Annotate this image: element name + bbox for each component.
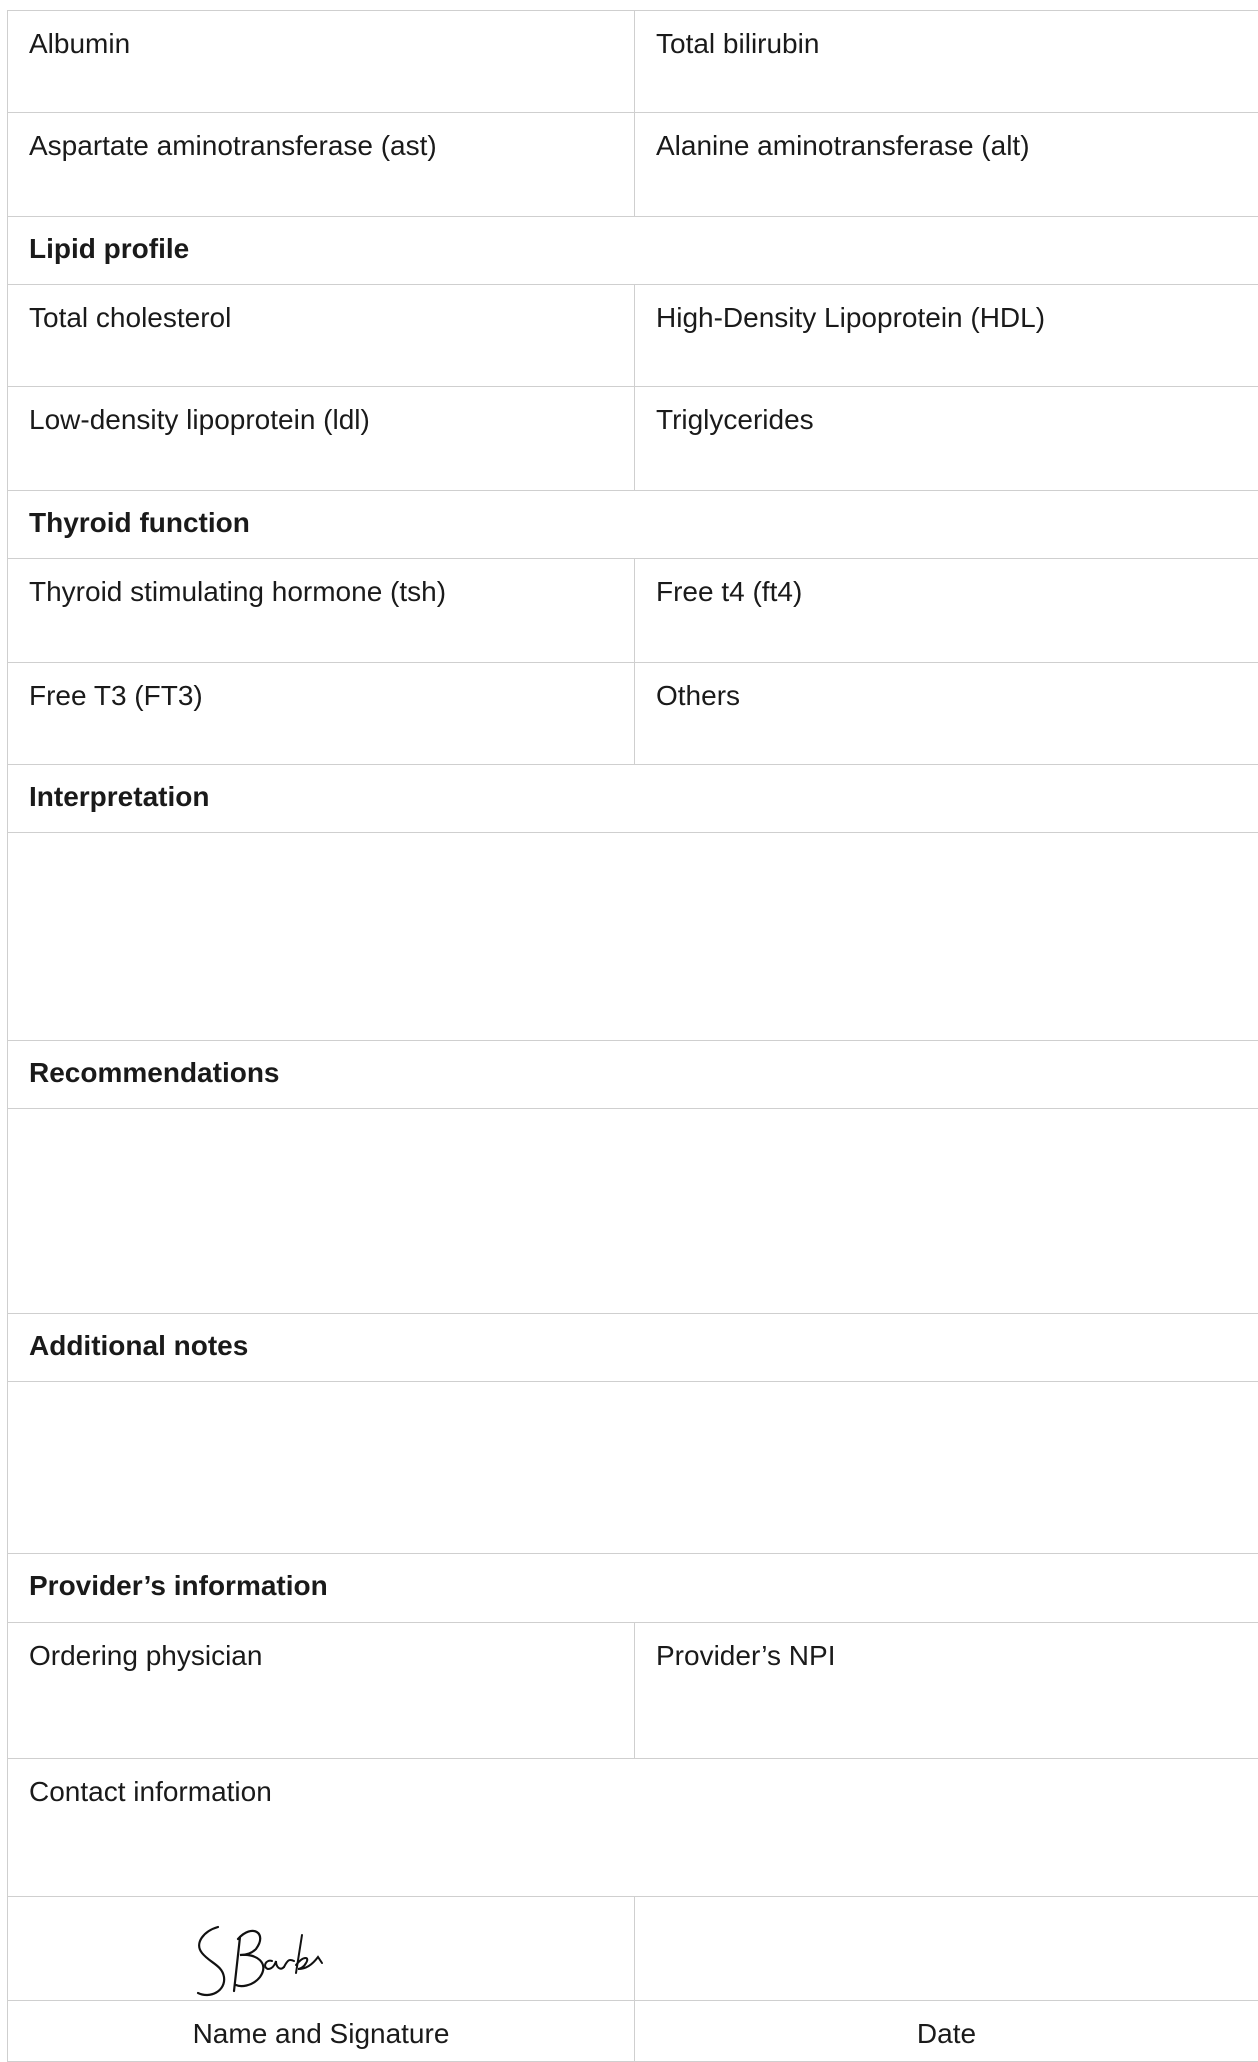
total-bilirubin-label: Total bilirubin xyxy=(656,28,820,59)
tsh-label: Thyroid stimulating hormone (tsh) xyxy=(29,576,447,607)
thyroid-section-header: Thyroid function xyxy=(7,490,1258,558)
notes-area[interactable] xyxy=(7,1381,1258,1553)
contact-information-field[interactable]: Contact information xyxy=(7,1759,1258,1896)
liver-row-2: Aspartate aminotransferase (ast) Alanine… xyxy=(7,112,1258,216)
provider-npi-field[interactable]: Provider’s NPI xyxy=(634,1623,1258,1758)
thyroid-row-2: Free T3 (FT3) Others xyxy=(7,662,1258,764)
total-cholesterol-label: Total cholesterol xyxy=(29,302,232,333)
interpretation-section-header: Interpretation xyxy=(7,764,1258,832)
lipid-heading: Lipid profile xyxy=(29,233,190,264)
triglycerides-label: Triglycerides xyxy=(656,404,814,435)
provider-heading-cell: Provider’s information xyxy=(7,1554,1258,1622)
ldl-field[interactable]: Low-density lipoprotein (ldl) xyxy=(7,387,634,490)
notes-text-box[interactable] xyxy=(7,1382,1258,1553)
thyroid-heading-cell: Thyroid function xyxy=(7,491,1258,558)
signature-labels-row: Name and Signature Date xyxy=(7,2000,1258,2062)
ast-field[interactable]: Aspartate aminotransferase (ast) xyxy=(7,113,634,216)
thyroid-heading: Thyroid function xyxy=(29,507,250,538)
ft4-label: Free t4 (ft4) xyxy=(656,576,803,607)
recommendations-area[interactable] xyxy=(7,1108,1258,1313)
ft3-label: Free T3 (FT3) xyxy=(29,680,203,711)
interpretation-heading: Interpretation xyxy=(29,781,210,812)
provider-heading: Provider’s information xyxy=(29,1570,328,1601)
total-cholesterol-field[interactable]: Total cholesterol xyxy=(7,285,634,386)
signature-row xyxy=(7,1896,1258,2000)
recommendations-heading-cell: Recommendations xyxy=(7,1041,1258,1108)
recommendations-section-header: Recommendations xyxy=(7,1040,1258,1108)
contact-row: Contact information xyxy=(7,1758,1258,1896)
lipid-row-1: Total cholesterol High-Density Lipoprote… xyxy=(7,284,1258,386)
alt-field[interactable]: Alanine aminotransferase (alt) xyxy=(634,113,1258,216)
triglycerides-field[interactable]: Triglycerides xyxy=(634,387,1258,490)
date-label-cell: Date xyxy=(634,2001,1258,2061)
others-label: Others xyxy=(656,680,741,711)
notes-heading-cell: Additional notes xyxy=(7,1314,1258,1381)
albumin-label: Albumin xyxy=(29,28,131,59)
others-field[interactable]: Others xyxy=(634,663,1258,764)
signature-image xyxy=(196,1925,323,1997)
ft4-field[interactable]: Free t4 (ft4) xyxy=(634,559,1258,662)
lipid-section-header: Lipid profile xyxy=(7,216,1258,284)
interpretation-heading-cell: Interpretation xyxy=(7,765,1258,832)
alt-label: Alanine aminotransferase (alt) xyxy=(656,130,1030,161)
notes-section-header: Additional notes xyxy=(7,1313,1258,1381)
date-box[interactable] xyxy=(634,1897,1258,2000)
tsh-field[interactable]: Thyroid stimulating hormone (tsh) xyxy=(7,559,634,662)
date-label: Date xyxy=(916,2018,977,2049)
notes-heading: Additional notes xyxy=(29,1330,249,1361)
ordering-physician-label: Ordering physician xyxy=(29,1640,263,1671)
ldl-label: Low-density lipoprotein (ldl) xyxy=(29,404,370,435)
albumin-field[interactable]: Albumin xyxy=(7,11,634,112)
interpretation-text-box[interactable] xyxy=(7,833,1258,1040)
liver-row-1: Albumin Total bilirubin xyxy=(7,10,1258,112)
recommendations-heading: Recommendations xyxy=(29,1057,280,1088)
hdl-field[interactable]: High-Density Lipoprotein (HDL) xyxy=(634,285,1258,386)
ast-label: Aspartate aminotransferase (ast) xyxy=(29,130,437,161)
contact-information-label: Contact information xyxy=(29,1776,272,1807)
name-signature-cell: Name and Signature xyxy=(7,2001,634,2061)
thyroid-row-1: Thyroid stimulating hormone (tsh) Free t… xyxy=(7,558,1258,662)
lipid-row-2: Low-density lipoprotein (ldl) Triglyceri… xyxy=(7,386,1258,490)
recommendations-text-box[interactable] xyxy=(7,1109,1258,1313)
hdl-label: High-Density Lipoprotein (HDL) xyxy=(656,302,1046,333)
ft3-field[interactable]: Free T3 (FT3) xyxy=(7,663,634,764)
provider-section-header: Provider’s information xyxy=(7,1553,1258,1622)
interpretation-area[interactable] xyxy=(7,832,1258,1040)
lipid-heading-cell: Lipid profile xyxy=(7,217,1258,284)
total-bilirubin-field[interactable]: Total bilirubin xyxy=(634,11,1258,112)
ordering-physician-field[interactable]: Ordering physician xyxy=(7,1623,634,1758)
signature-box[interactable] xyxy=(7,1897,634,2000)
name-signature-label: Name and Signature xyxy=(192,2018,450,2049)
provider-npi-label: Provider’s NPI xyxy=(656,1640,836,1671)
provider-row: Ordering physician Provider’s NPI xyxy=(7,1622,1258,1758)
lab-report-form: Albumin Total bilirubin Aspartate aminot… xyxy=(7,10,1258,2062)
